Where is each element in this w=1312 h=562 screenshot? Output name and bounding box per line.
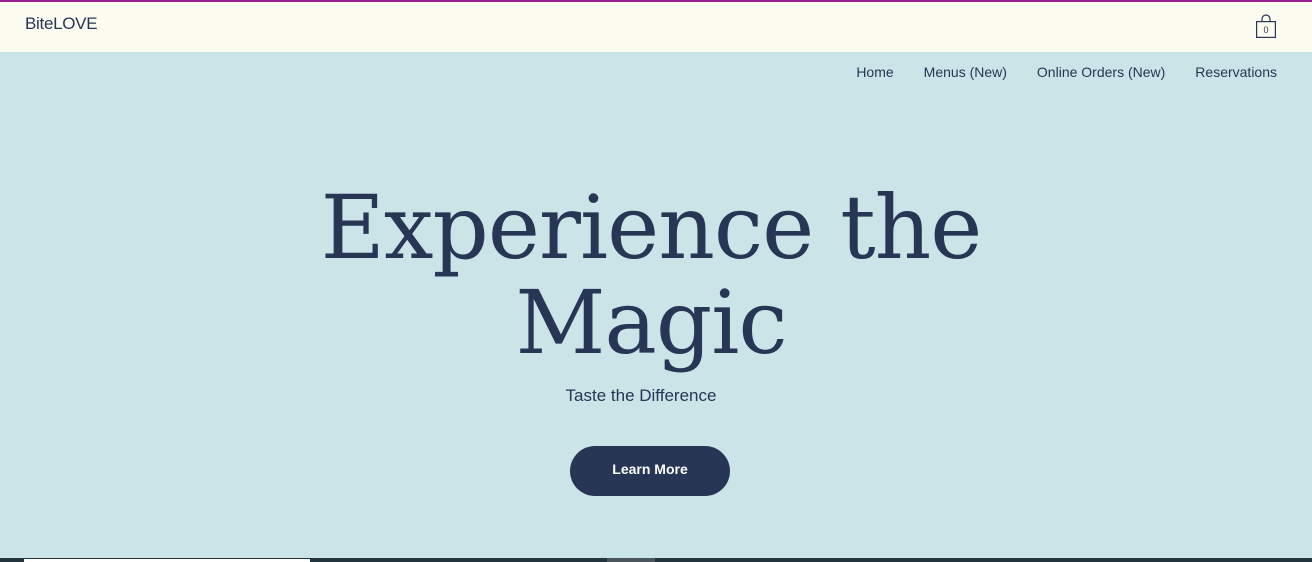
nav-item-reservations[interactable]: Reservations — [1195, 60, 1277, 84]
section-divider-gray — [607, 558, 655, 562]
next-section-edge — [0, 558, 1312, 562]
site-header: BiteLOVE 0 — [0, 2, 1312, 52]
nav-item-menus[interactable]: Menus (New) — [924, 60, 1007, 84]
learn-more-button[interactable]: Learn More — [570, 446, 730, 496]
main-nav: Home Menus (New) Online Orders (New) Res… — [856, 60, 1277, 84]
nav-item-online-orders[interactable]: Online Orders (New) — [1037, 60, 1165, 84]
nav-item-home[interactable]: Home — [856, 60, 893, 84]
hero-title: Experience the Magic — [320, 176, 983, 374]
site-logo[interactable]: BiteLOVE — [25, 14, 98, 34]
cart-count-badge: 0 — [1263, 25, 1269, 35]
cart-button[interactable]: 0 — [1256, 14, 1276, 38]
hero-subtitle: Taste the Difference — [565, 386, 717, 405]
